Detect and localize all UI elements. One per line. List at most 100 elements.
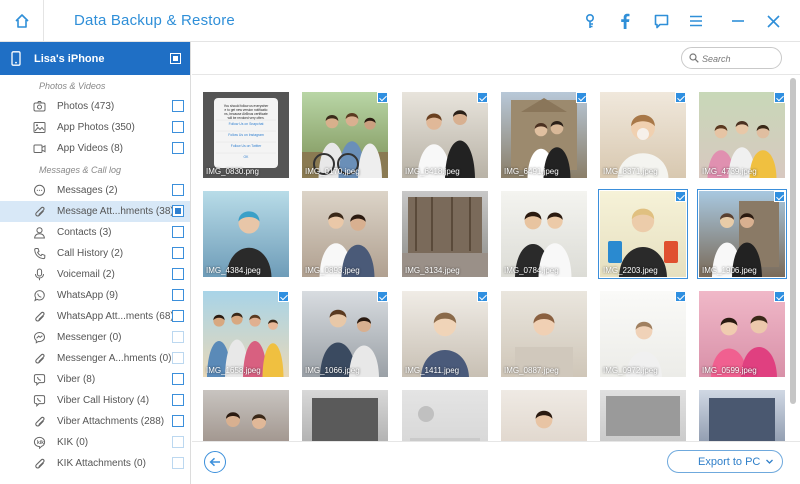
menu-icon xyxy=(690,15,702,27)
photo-image xyxy=(699,92,785,178)
sidebar-item-checkbox[interactable] xyxy=(172,121,184,133)
whatsapp-icon xyxy=(34,290,45,302)
home-button[interactable] xyxy=(0,0,44,42)
sidebar-item-photos[interactable]: Photos (473) xyxy=(0,96,190,117)
sidebar-item-call-history[interactable]: Call History (2) xyxy=(0,243,190,264)
photo-checkbox[interactable] xyxy=(675,191,686,202)
sidebar-item-checkbox[interactable] xyxy=(172,373,184,385)
facebook-button[interactable] xyxy=(614,10,636,32)
photo-filename: IMG_0784.jpeg xyxy=(504,266,559,275)
sidebar-item-viber-call-history[interactable]: Viber Call History (4) xyxy=(0,390,190,411)
photo-thumbnail[interactable] xyxy=(600,390,686,441)
minimize-button[interactable] xyxy=(727,10,749,32)
back-button[interactable] xyxy=(204,451,226,473)
sidebar-item-label: Call History (2) xyxy=(57,248,124,259)
sidebar-item-checkbox[interactable] xyxy=(172,268,184,280)
sidebar-item-contacts[interactable]: Contacts (3) xyxy=(0,222,190,243)
svg-text:Follow Us on Snapchat: Follow Us on Snapchat xyxy=(229,122,264,126)
home-icon xyxy=(14,14,29,28)
photo-thumbnail[interactable] xyxy=(302,390,388,441)
sidebar-item-app-photos[interactable]: App Photos (350) xyxy=(0,117,190,138)
sidebar-item-checkbox[interactable] xyxy=(172,205,184,217)
sidebar-item-voicemail[interactable]: Voicemail (2) xyxy=(0,264,190,285)
image-icon xyxy=(33,122,46,133)
photo-thumbnail[interactable]: IMG_0972.jpeg xyxy=(600,291,686,377)
photo-thumbnail[interactable]: IMG_1906.jpeg xyxy=(697,189,787,279)
sidebar-item-messenger[interactable]: Messenger (0) xyxy=(0,327,190,348)
sidebar-item-label: Photos (473) xyxy=(57,101,115,112)
search-input[interactable] xyxy=(702,52,776,65)
sidebar-item-messenger-a-hments[interactable]: Messenger A...hments (0) xyxy=(0,348,190,369)
sidebar-item-checkbox[interactable] xyxy=(172,226,184,238)
sidebar-item-label: Viber Call History (4) xyxy=(57,395,150,406)
photo-thumbnail[interactable]: IMG_0784.jpeg xyxy=(501,191,587,277)
photo-checkbox[interactable] xyxy=(377,291,388,302)
photo-checkbox[interactable] xyxy=(278,291,289,302)
phone-icon xyxy=(34,248,46,260)
photo-thumbnail[interactable]: IMG_0887.jpeg xyxy=(501,291,587,377)
sidebar-item-checkbox[interactable] xyxy=(172,352,184,364)
chevron-down-icon[interactable] xyxy=(765,457,774,466)
photo-thumbnail[interactable]: IMG_8371.jpeg xyxy=(600,92,686,178)
sidebar-item-messages[interactable]: Messages (2) xyxy=(0,180,190,201)
sidebar-item-checkbox[interactable] xyxy=(172,331,184,343)
photo-checkbox[interactable] xyxy=(774,191,785,202)
device-header[interactable]: Lisa's iPhone xyxy=(0,42,190,75)
photo-thumbnail[interactable] xyxy=(203,390,289,441)
photo-checkbox[interactable] xyxy=(675,291,686,302)
sidebar-item-checkbox[interactable] xyxy=(172,289,184,301)
sidebar-item-viber-attachments[interactable]: Viber Attachments (288) xyxy=(0,411,190,432)
photo-checkbox[interactable] xyxy=(774,291,785,302)
photo-thumbnail[interactable]: You should follow us everywher e to get n… xyxy=(203,92,289,178)
photo-checkbox[interactable] xyxy=(774,92,785,103)
sidebar-item-whatsapp-att-ments[interactable]: WhatsApp Att...ments (68) xyxy=(0,306,190,327)
sidebar-item-checkbox[interactable] xyxy=(172,184,184,196)
photo-checkbox[interactable] xyxy=(477,92,488,103)
key-button[interactable] xyxy=(579,10,601,32)
photo-thumbnail[interactable]: IMG_2203.jpeg xyxy=(598,189,688,279)
photo-checkbox[interactable] xyxy=(377,92,388,103)
photo-thumbnail[interactable]: IMG_0599.jpeg xyxy=(699,291,785,377)
sidebar-item-checkbox[interactable] xyxy=(172,142,184,154)
device-select-checkbox[interactable] xyxy=(170,53,181,64)
close-button[interactable] xyxy=(762,10,784,32)
photo-thumbnail[interactable]: IMG_4384.jpeg xyxy=(203,191,289,277)
photo-thumbnail[interactable]: IMG_3134.jpeg xyxy=(402,191,488,277)
feedback-button[interactable] xyxy=(650,10,672,32)
photo-thumbnail[interactable]: IMG_1658.jpeg xyxy=(203,291,289,377)
sidebar-item-whatsapp[interactable]: WhatsApp (9) xyxy=(0,285,190,306)
sidebar-item-checkbox[interactable] xyxy=(172,310,184,322)
sidebar-item-kik-attachments[interactable]: KIK Attachments (0) xyxy=(0,453,190,474)
scrollbar-thumb[interactable] xyxy=(790,78,796,404)
sidebar-item-checkbox[interactable] xyxy=(172,436,184,448)
sidebar-item-kik[interactable]: kik KIK (0) xyxy=(0,432,190,453)
sidebar-item-viber[interactable]: Viber (8) xyxy=(0,369,190,390)
sidebar-item-checkbox[interactable] xyxy=(172,394,184,406)
photo-thumbnail[interactable]: IMG_1411.jpeg xyxy=(402,291,488,377)
photo-thumbnail[interactable]: IMG_6491.jpeg xyxy=(501,92,587,178)
photo-checkbox[interactable] xyxy=(477,291,488,302)
grid-scrollbar[interactable] xyxy=(790,76,796,440)
photo-thumbnail[interactable]: IMG_0170.jpeg xyxy=(302,92,388,178)
sidebar-item-checkbox[interactable] xyxy=(172,100,184,112)
photo-thumbnail[interactable]: IMG_0893.jpeg xyxy=(302,191,388,277)
photo-thumbnail[interactable]: IMG_6418.jpeg xyxy=(402,92,488,178)
sidebar-item-checkbox[interactable] xyxy=(172,457,184,469)
sidebar-item-checkbox[interactable] xyxy=(172,247,184,259)
menu-button[interactable] xyxy=(685,10,707,32)
photo-image xyxy=(203,291,289,377)
photo-thumbnail[interactable]: IMG_1066.jpeg xyxy=(302,291,388,377)
photo-thumbnail[interactable] xyxy=(699,390,785,441)
photo-filename: IMG_0972.jpeg xyxy=(603,366,658,375)
sidebar-item-message-att-hments[interactable]: Message Att...hments (38) xyxy=(0,201,190,222)
sidebar-item-label: Viber Attachments (288) xyxy=(57,416,165,427)
photo-checkbox[interactable] xyxy=(675,92,686,103)
search-box[interactable] xyxy=(681,47,782,69)
sidebar-item-app-videos[interactable]: App Videos (8) xyxy=(0,138,190,159)
photo-thumbnail[interactable]: IMG_4739.jpeg xyxy=(699,92,785,178)
photo-thumbnail[interactable] xyxy=(402,390,488,441)
sidebar-item-checkbox[interactable] xyxy=(172,415,184,427)
photo-checkbox[interactable] xyxy=(576,92,587,103)
export-to-pc-button[interactable]: Export to PC xyxy=(667,450,783,473)
photo-thumbnail[interactable] xyxy=(501,390,587,441)
